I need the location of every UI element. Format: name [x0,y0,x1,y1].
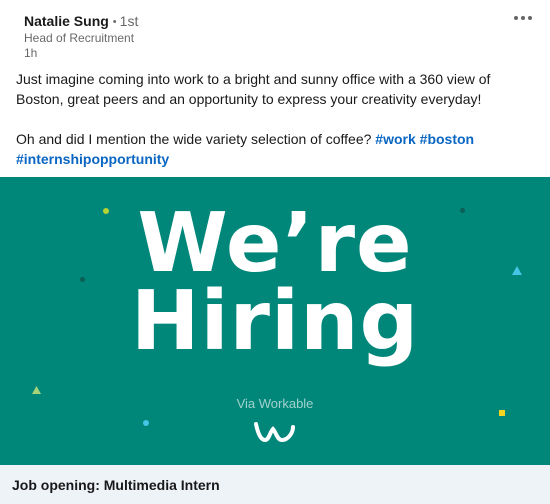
hashtag-internshipopportunity[interactable]: #internshipopportunity [16,151,169,167]
post-body: Just imagine coming into work to a brigh… [16,69,536,169]
more-horizontal-icon-dot [528,16,532,20]
author-name-text[interactable]: Natalie Sung [24,13,109,29]
connection-degree: • 1st [109,13,139,29]
hiring-banner-image[interactable]: We’re Hiring Via Workable [0,177,550,465]
job-opening-label: Job opening: Multimedia Intern [12,477,220,493]
more-horizontal-icon-dot [521,16,525,20]
author-name[interactable]: Natalie Sung • 1st [24,13,138,29]
post-paragraph-2: Oh and did I mention the wide variety se… [16,129,536,169]
author-title: Head of Recruitment [24,31,135,45]
feed-post: Natalie Sung • 1st Head of Recruitment 1h … [0,0,550,504]
post-timestamp: 1h [24,46,38,60]
hashtag-boston[interactable]: #boston [420,131,474,147]
headline-line-1: We’re [137,196,413,291]
hashtag-work[interactable]: #work [375,131,415,147]
via-workable-label: Via Workable [236,396,314,411]
post-paragraph-2-text: Oh and did I mention the wide variety se… [16,131,372,147]
more-options-button[interactable] [510,8,536,28]
decoration-dot [143,420,149,426]
connection-degree-text: 1st [119,13,139,29]
decoration-triangle [32,386,41,394]
post-paragraph-1: Just imagine coming into work to a brigh… [16,71,491,107]
workable-logo-icon [254,422,295,443]
degree-separator: • [112,16,117,28]
headline-line-2: Hiring [130,274,420,369]
more-horizontal-icon [514,16,518,20]
job-opening-link[interactable]: Job opening: Multimedia Intern [0,465,550,504]
